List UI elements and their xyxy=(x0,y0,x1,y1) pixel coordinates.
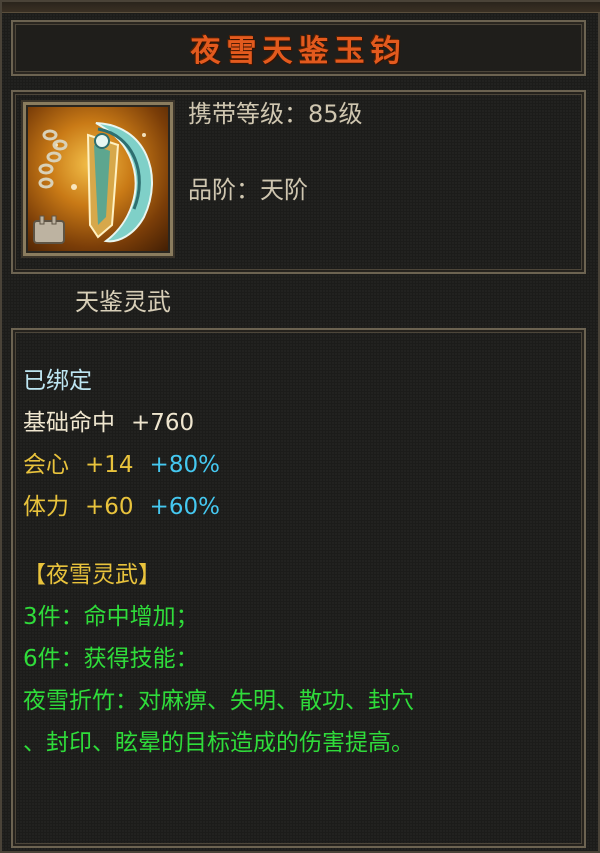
item-summary-panel: 携带等级：85级 品阶：天阶 xyxy=(11,90,586,274)
item-requirements: 携带等级：85级 品阶：天阶 xyxy=(188,98,363,206)
crit-value: +14 xyxy=(85,452,134,478)
carry-level-value: 85级 xyxy=(308,100,363,128)
grade-row: 品阶：天阶 xyxy=(188,174,363,206)
item-set-title: 天鉴灵武 xyxy=(75,288,171,316)
grade-label: 品阶： xyxy=(188,176,260,204)
set-bonus-name: 【夜雪灵武】 xyxy=(23,562,161,588)
grade-value: 天阶 xyxy=(260,176,308,204)
top-frame-strip xyxy=(2,2,600,13)
stamina-row: 体力 +60 +60% xyxy=(23,486,576,528)
skill-desc-line-2: 、封印、眩晕的目标造成的伤害提高。 xyxy=(23,730,414,756)
jade-hook-weapon-icon[interactable] xyxy=(23,102,173,256)
bound-status: 已绑定 xyxy=(23,368,92,394)
stamina-label: 体力 xyxy=(23,494,69,520)
carry-level-label: 携带等级： xyxy=(188,100,308,128)
set-bonus-3piece: 3件：命中增加； xyxy=(23,604,199,630)
stamina-percent: +60% xyxy=(149,494,220,520)
title-bar: 夜雪天鉴玉钧 xyxy=(11,20,586,76)
item-name: 夜雪天鉴玉钧 xyxy=(190,34,407,69)
item-set-row: 天鉴灵武 xyxy=(11,284,586,322)
carry-level-row: 携带等级：85级 xyxy=(188,98,363,130)
attribute-panel: 已绑定 基础命中 +760 会心 +14 +80% 体力 +60 +60% 【夜雪灵武】 … xyxy=(11,328,586,848)
item-tooltip: 夜雪天鉴玉钧 携带等级：85级 品阶：天阶 天鉴灵武 已绑定 基础命中 +760… xyxy=(0,0,600,853)
stamina-value: +60 xyxy=(85,494,134,520)
crit-label: 会心 xyxy=(23,452,69,478)
base-hit-value: +760 xyxy=(131,410,195,436)
base-hit-row: 基础命中 +760 xyxy=(23,402,576,444)
base-hit-label: 基础命中 xyxy=(23,410,115,436)
crit-percent: +80% xyxy=(149,452,220,478)
skill-desc-line-1: 夜雪折竹：对麻痹、失明、散功、封穴 xyxy=(23,688,414,714)
set-bonus-6piece: 6件：获得技能： xyxy=(23,646,199,672)
crit-row: 会心 +14 +80% xyxy=(23,444,576,486)
